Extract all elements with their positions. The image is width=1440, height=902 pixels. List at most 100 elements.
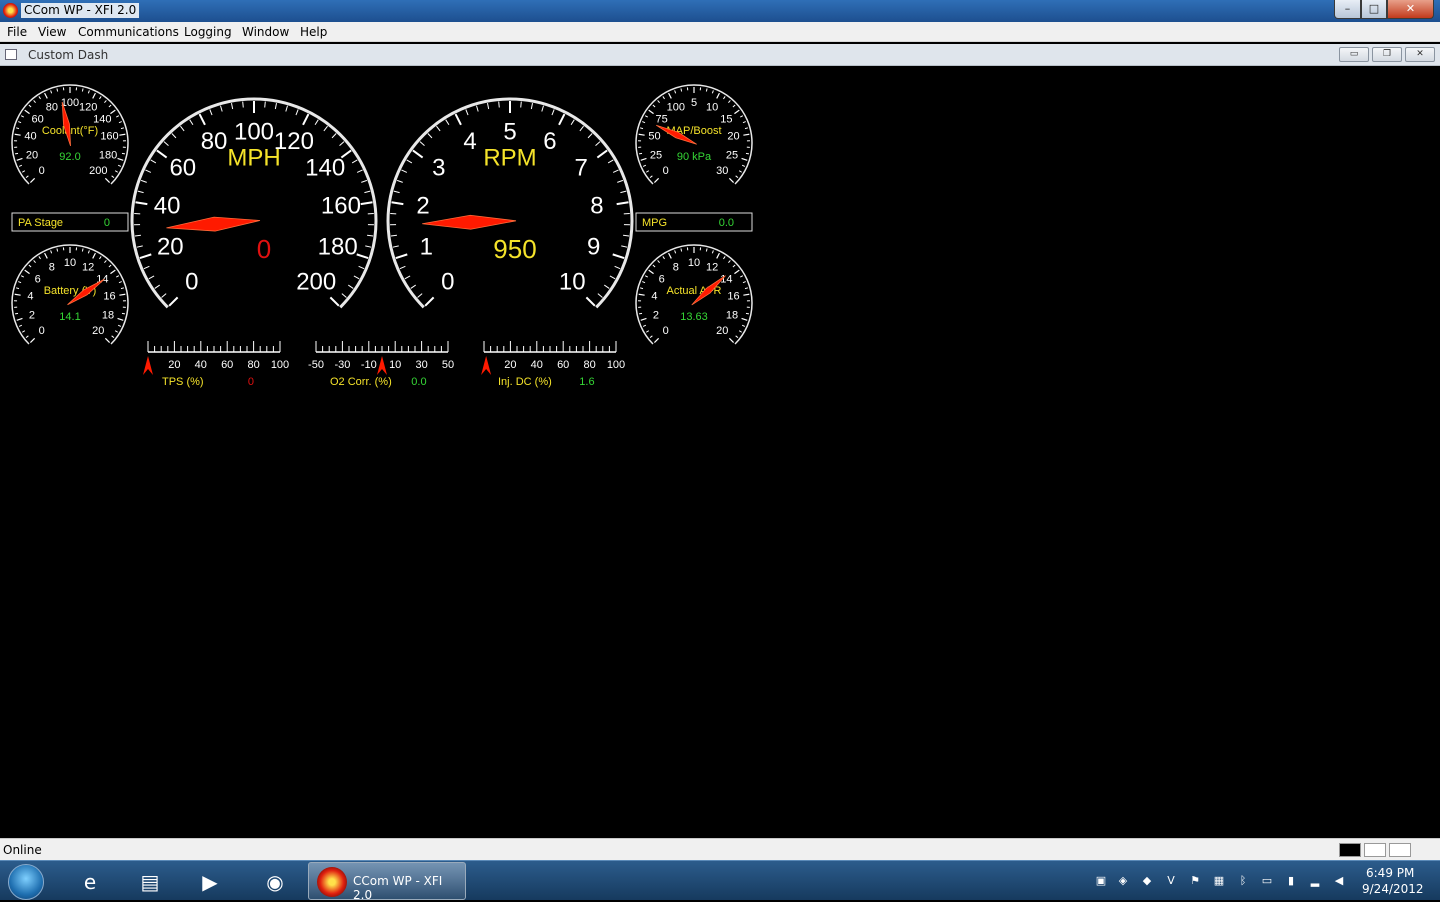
chrome-icon[interactable]: ◉ (255, 864, 295, 900)
map-tick-label: 20 (727, 131, 739, 143)
o2-bar-tick-label: 50 (442, 359, 454, 371)
rpm-tick (394, 191, 400, 192)
rpm-tick-label: 9 (587, 234, 600, 261)
tps-bar-needle (143, 356, 153, 375)
map-tick (723, 96, 725, 98)
mph-tick (348, 285, 353, 288)
o2-bar-label: O2 Corr. (%) (330, 376, 392, 388)
map-tick (641, 158, 647, 160)
battery-tick (121, 288, 124, 289)
rpm-tick-label: 0 (441, 269, 454, 296)
key-icon[interactable] (1364, 843, 1386, 857)
mph-tick (151, 160, 156, 163)
o2-bar-tick-label: -30 (334, 359, 350, 371)
afr-value: 13.63 (680, 311, 708, 323)
tray-vendor-icon[interactable]: V (1164, 874, 1178, 888)
mph-tick (332, 134, 336, 138)
mph-tick (172, 134, 176, 138)
minimize-button[interactable]: – (1334, 0, 1361, 19)
map-tick-label: 25 (650, 149, 662, 161)
mph-tick (265, 102, 266, 108)
mph-tick (357, 254, 368, 258)
volume-icon[interactable]: ◀ (1332, 874, 1346, 888)
menu-window[interactable]: Window (242, 25, 289, 39)
battery-icon[interactable]: ▮ (1284, 874, 1298, 888)
coolant-tick (18, 122, 21, 123)
menu-communications[interactable]: Communications (78, 25, 179, 39)
map-tick (733, 105, 735, 107)
maximize-button[interactable]: □ (1361, 0, 1387, 19)
injdc-bar-tick-label: 20 (504, 359, 516, 371)
rpm-tick (610, 276, 615, 279)
battery-tick (29, 265, 31, 267)
coolant-tick-label: 80 (46, 101, 58, 113)
file-explorer-icon[interactable]: ▤ (130, 864, 170, 900)
tps-bar-label: TPS (%) (162, 376, 204, 388)
map-tick (649, 110, 654, 114)
afr-tick (643, 325, 646, 326)
child-restore-button[interactable]: ❐ (1372, 47, 1402, 62)
display-icon[interactable]: ▭ (1260, 874, 1274, 888)
afr-tick-label: 18 (726, 309, 738, 321)
mph-tick (144, 266, 150, 268)
internet-explorer-icon[interactable]: e (70, 864, 110, 900)
flag-icon[interactable]: ⚑ (1188, 874, 1202, 888)
battery-tick-label: 0 (39, 325, 45, 337)
menu-help[interactable]: Help (300, 25, 327, 39)
afr-tick (746, 313, 749, 314)
bluetooth-icon[interactable]: ᛒ (1236, 874, 1250, 888)
tray-app-icon[interactable]: ◆ (1140, 874, 1154, 888)
record-indicator-icon[interactable] (1339, 843, 1361, 857)
mph-tick (357, 170, 362, 173)
coolant-tick (99, 96, 101, 98)
mph-tick (140, 254, 151, 258)
coolant-tick (15, 134, 21, 135)
menu-file[interactable]: File (7, 25, 27, 39)
map-tick-label: 0 (663, 165, 669, 177)
battery-tick (105, 338, 109, 342)
tray-printer-icon[interactable]: ▣ (1094, 874, 1108, 888)
clock-date[interactable]: 9/24/2012 (1362, 882, 1424, 896)
mph-tick (180, 126, 184, 131)
battery-tick (16, 288, 19, 289)
child-minimize-button[interactable]: ▭ (1339, 47, 1369, 62)
battery-tick (118, 325, 121, 326)
media-player-icon[interactable]: ▶ (190, 864, 230, 900)
map-tick (663, 96, 665, 98)
rpm-tick (598, 294, 603, 298)
mph-tick-label: 200 (296, 269, 336, 296)
battery-tick (116, 276, 119, 277)
battery-tick (15, 294, 21, 295)
coolant-tick (45, 93, 48, 98)
mph-tick (232, 103, 233, 109)
map-tick (681, 89, 682, 92)
clock-time[interactable]: 6:49 PM (1366, 866, 1414, 880)
mph-tick (275, 103, 276, 109)
tray-security-icon[interactable]: ◈ (1116, 874, 1130, 888)
injdc-bar-tick-label: 60 (557, 359, 569, 371)
coolant-tick-label: 20 (26, 149, 38, 161)
start-button[interactable] (8, 864, 44, 900)
battery-tick (119, 294, 125, 295)
o2-bar-tick-label: -50 (308, 359, 324, 371)
map-tick (658, 100, 660, 102)
menu-view[interactable]: View (38, 25, 66, 39)
tray-network-share-icon[interactable]: ▦ (1212, 874, 1226, 888)
map-tick (642, 122, 645, 123)
menu-logging[interactable]: Logging (184, 25, 232, 39)
rpm-tick (608, 160, 613, 163)
taskbar-active-app[interactable]: CCom WP - XFI 2.0 (308, 862, 466, 900)
map-tick (675, 90, 676, 93)
map-tick (743, 134, 749, 135)
map-tick (653, 105, 655, 107)
map-tick (669, 93, 672, 98)
coolant-tick (122, 153, 125, 154)
map-tick-label: 50 (648, 131, 660, 143)
close-button[interactable]: ✕ (1387, 0, 1434, 19)
coolant-tick (112, 176, 114, 178)
signal-icon[interactable]: ▂ (1308, 874, 1322, 888)
rpm-tick (391, 235, 397, 236)
child-close-button[interactable]: ✕ (1405, 47, 1435, 62)
connection-icon[interactable] (1389, 843, 1411, 857)
o2-bar-tick-label: -10 (361, 359, 377, 371)
